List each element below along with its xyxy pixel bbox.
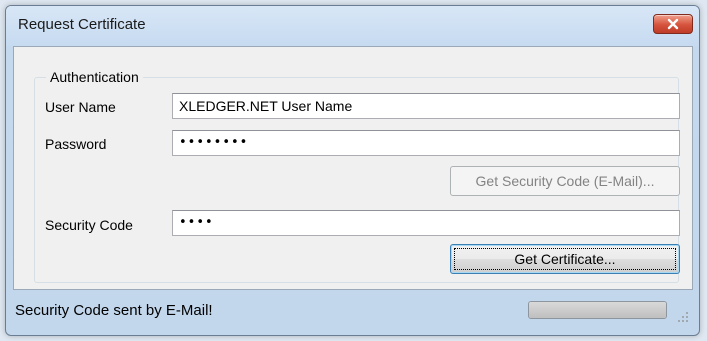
window-title: Request Certificate — [18, 16, 146, 33]
close-icon — [667, 18, 679, 30]
get-certificate-button[interactable]: Get Certificate... — [450, 244, 680, 274]
get-certificate-label: Get Certificate... — [514, 251, 616, 267]
security-code-input[interactable]: •••• — [172, 210, 680, 236]
resize-grip-icon[interactable] — [677, 311, 689, 323]
get-security-code-button[interactable]: Get Security Code (E-Mail)... — [450, 166, 680, 196]
security-code-label: Security Code — [45, 217, 133, 233]
request-certificate-window: Request Certificate Authentication User … — [5, 5, 700, 336]
progress-bar — [528, 301, 667, 319]
desktop: Request Certificate Authentication User … — [0, 0, 707, 341]
status-bar: Security Code sent by E-Mail! — [13, 292, 693, 329]
authentication-group-label: Authentication — [46, 69, 143, 85]
progress-fill — [529, 302, 666, 318]
close-button[interactable] — [653, 14, 693, 34]
username-input[interactable]: XLEDGER.NET User Name — [172, 93, 680, 119]
password-input[interactable]: •••••••• — [172, 130, 680, 156]
title-bar[interactable]: Request Certificate — [6, 6, 699, 46]
password-label: Password — [45, 136, 107, 152]
username-label: User Name — [45, 99, 116, 115]
dialog-client-area: Authentication User Name XLEDGER.NET Use… — [13, 46, 693, 290]
status-message: Security Code sent by E-Mail! — [15, 302, 213, 319]
